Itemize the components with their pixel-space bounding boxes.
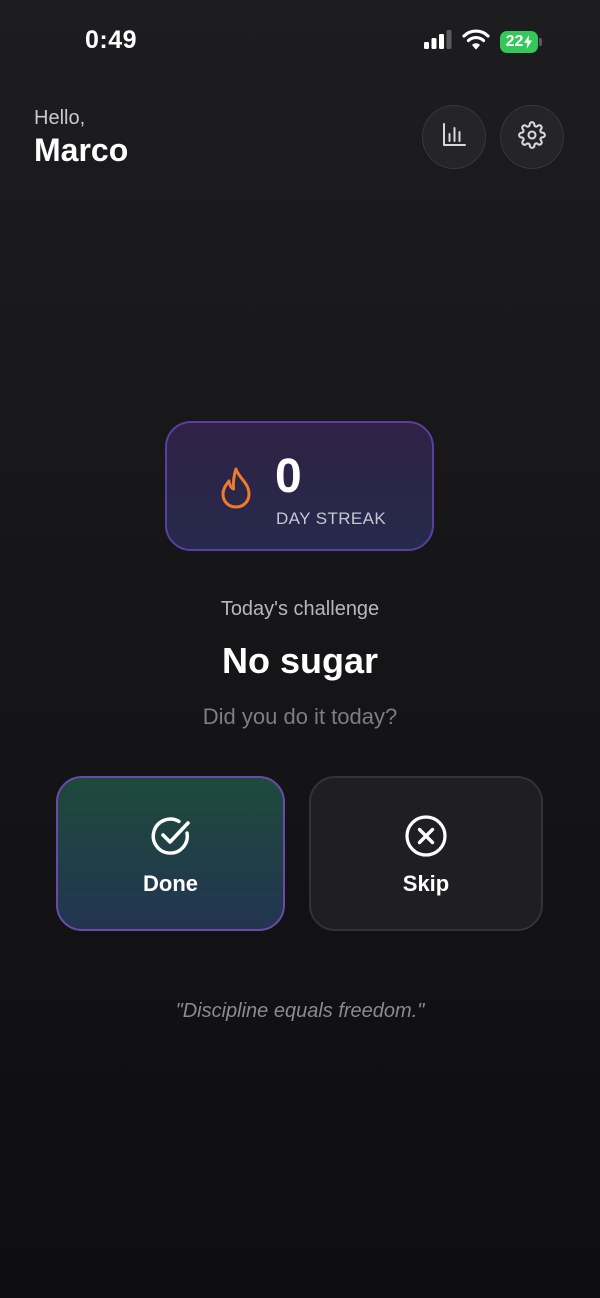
wifi-icon bbox=[462, 28, 490, 55]
streak-label: DAY STREAK bbox=[276, 509, 387, 528]
done-button[interactable]: Done bbox=[56, 776, 285, 931]
status-bar: 0:49 22 bbox=[0, 0, 600, 80]
gear-icon bbox=[518, 120, 546, 154]
challenge-caption: Today's challenge bbox=[220, 598, 380, 620]
challenge-question: Did you do it today? bbox=[202, 704, 398, 729]
streak-count: 0 bbox=[275, 450, 302, 503]
flame-icon bbox=[219, 467, 253, 514]
battery-level: 22 bbox=[505, 32, 524, 50]
stats-button[interactable] bbox=[422, 105, 486, 169]
motivational-quote: "Discipline equals freedom." bbox=[175, 1000, 425, 1022]
user-name: Marco bbox=[34, 132, 129, 168]
greeting-text: Hello, bbox=[34, 107, 86, 129]
done-label: Done bbox=[143, 871, 198, 896]
cellular-signal-icon bbox=[424, 29, 452, 54]
check-circle-icon bbox=[149, 814, 193, 863]
status-time: 0:49 bbox=[85, 26, 138, 54]
streak-card: 0 DAY STREAK bbox=[165, 421, 434, 551]
challenge-title: No sugar bbox=[221, 640, 379, 681]
battery-charging-icon: 22 bbox=[500, 30, 542, 53]
bar-chart-icon bbox=[441, 122, 467, 153]
status-icons: 22 bbox=[424, 28, 542, 55]
settings-button[interactable] bbox=[500, 105, 564, 169]
x-circle-icon bbox=[404, 814, 448, 863]
skip-button[interactable]: Skip bbox=[309, 776, 543, 931]
skip-label: Skip bbox=[402, 871, 450, 896]
